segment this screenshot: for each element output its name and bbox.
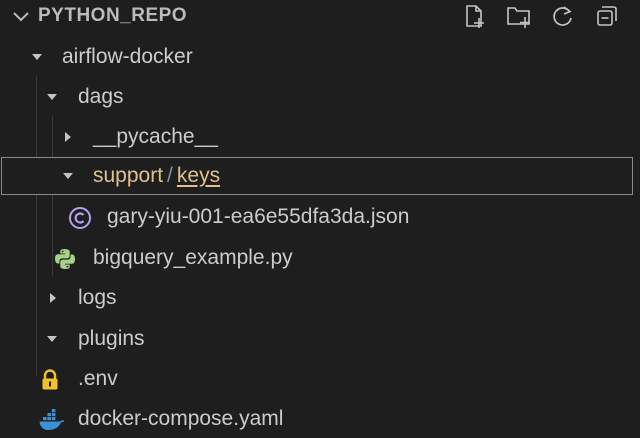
tree-item-logs[interactable]: logs — [0, 279, 640, 317]
tree-item-bigquery-example[interactable]: bigquery_example.py — [0, 239, 640, 277]
chevron-down-icon[interactable] — [10, 5, 32, 27]
tree-item-label: plugins — [78, 327, 145, 350]
chevron-down-icon — [47, 94, 57, 100]
json-file-icon — [69, 207, 91, 229]
tree-item-label: gary-yiu-001-ea6e55dfa3da.json — [107, 205, 410, 228]
tree-item-support-keys[interactable]: support / keys — [1, 157, 633, 195]
tree-item-label: logs — [78, 286, 117, 309]
chevron-down-icon — [47, 336, 57, 342]
tree-item-label: support / keys — [93, 163, 220, 189]
explorer-actions — [460, 2, 622, 30]
explorer-header[interactable]: PYTHON_REPO — [0, 0, 640, 32]
tree-item-label: bigquery_example.py — [93, 246, 293, 269]
chevron-right-icon — [50, 293, 56, 303]
tree-item-plugins[interactable]: plugins — [0, 320, 640, 358]
lock-icon — [42, 369, 58, 390]
python-file-icon — [55, 249, 75, 269]
path-separator: / — [167, 164, 173, 187]
new-folder-icon[interactable] — [504, 2, 534, 30]
explorer-title: PYTHON_REPO — [38, 5, 188, 26]
tree-item-label: docker-compose.yaml — [78, 407, 284, 430]
tree-item-pycache[interactable]: __pycache__ — [0, 118, 640, 156]
collapse-all-icon[interactable] — [592, 2, 622, 30]
chevron-down-icon — [63, 173, 73, 179]
new-file-icon[interactable] — [460, 2, 490, 30]
tree-item-dags[interactable]: dags — [0, 78, 640, 116]
folder-support[interactable]: support — [93, 164, 163, 187]
chevron-right-icon — [65, 132, 71, 142]
tree-item-docker-compose[interactable]: docker-compose.yaml — [0, 400, 640, 438]
tree-item-label: airflow-docker — [62, 45, 193, 68]
chevron-down-icon — [32, 54, 42, 60]
docker-icon — [39, 409, 65, 431]
tree-item-label: dags — [78, 85, 124, 108]
tree-item-label: .env — [78, 367, 118, 390]
tree-item-label: __pycache__ — [93, 125, 218, 148]
tree-item-json-file[interactable]: gary-yiu-001-ea6e55dfa3da.json — [0, 198, 640, 236]
folder-keys[interactable]: keys — [177, 164, 220, 187]
refresh-icon[interactable] — [548, 2, 578, 30]
tree-item-env[interactable]: .env — [0, 360, 640, 398]
tree-item-airflow-docker[interactable]: airflow-docker — [0, 38, 640, 76]
